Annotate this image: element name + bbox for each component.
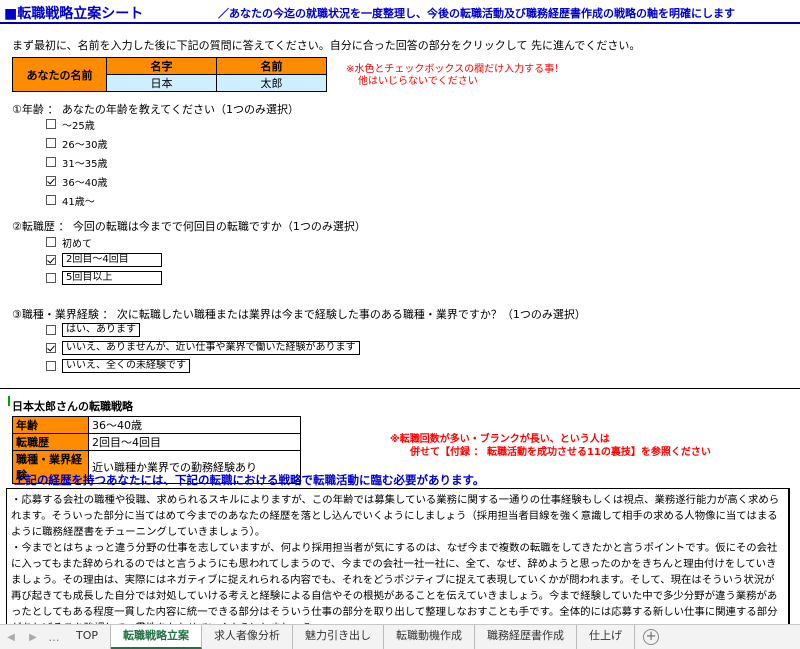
checkbox[interactable] bbox=[46, 361, 56, 371]
question-age: ①年齢 ： あなたの年齢を教えてください（1つのみ選択） bbox=[12, 103, 299, 116]
option-label: 41歳～ bbox=[62, 196, 95, 208]
age-option[interactable]: ～25歳 bbox=[46, 117, 95, 132]
experience-option[interactable]: いいえ、ありませんが、近い仕事や業界で働いた経験があります bbox=[46, 341, 360, 355]
title-bar: ■転職戦略立案シート ／あなたの今迄の就職状況を一度整理し、今後の転職活動及び職… bbox=[0, 0, 800, 24]
table-row: 年齢 36～40歳 bbox=[12, 416, 301, 434]
age-option[interactable]: 41歳～ bbox=[46, 193, 95, 208]
tab-candidate-analysis[interactable]: 求人者像分析 bbox=[202, 625, 294, 649]
age-option[interactable]: 31～35歳 bbox=[46, 155, 108, 170]
strategy-value: 2回目～4回目 bbox=[88, 433, 301, 451]
strategy-label: 年齢 bbox=[12, 416, 89, 434]
sheet-title: ■転職戦略立案シート bbox=[4, 6, 144, 22]
more-tabs-icon[interactable]: … bbox=[44, 631, 64, 644]
tab-scroll-right-icon[interactable]: ▶ bbox=[22, 632, 44, 643]
last-name-header: 名字 bbox=[106, 57, 217, 75]
strategy-note-line2: 併せて【付録 ： 転職活動を成功させる11の裏技】を参照ください bbox=[410, 447, 711, 458]
first-name-header: 名前 bbox=[216, 57, 327, 75]
table-row: 転職歴 2回目～4回目 bbox=[12, 433, 301, 451]
option-label: 36～40歳 bbox=[62, 177, 108, 189]
checkbox[interactable] bbox=[46, 195, 56, 205]
question-job-changes: ②転職歴 ： 今回の転職は今までで何回目の転職ですか（1つのみ選択） bbox=[12, 220, 366, 233]
experience-option[interactable]: いいえ、全くの未経験です bbox=[46, 359, 190, 373]
tab-finish[interactable]: 仕上げ bbox=[577, 625, 636, 649]
strategy-note-line1: ※転職回数が多い・ブランクが長い、という人は bbox=[390, 434, 610, 445]
checkbox[interactable] bbox=[46, 237, 56, 247]
input-note-line2: 他はいじらないでください bbox=[358, 76, 478, 87]
tab-appeal[interactable]: 魅力引き出し bbox=[293, 625, 385, 649]
job-change-option[interactable]: 2回目～4回目 bbox=[46, 253, 162, 267]
option-label: いいえ、全くの未経験です bbox=[62, 359, 190, 373]
last-name-field[interactable]: 日本 bbox=[106, 74, 217, 92]
age-option[interactable]: 36～40歳 bbox=[46, 174, 108, 189]
name-table: あなたの名前 名字 名前 日本 太郎 bbox=[12, 57, 327, 92]
option-label: 26～30歳 bbox=[62, 139, 108, 151]
add-sheet-icon[interactable]: + bbox=[643, 629, 660, 645]
advice-textbox: ・応募する会社の職種や役職、求められるスキルによりますが、この年齢では募集してい… bbox=[6, 488, 790, 624]
checkbox[interactable] bbox=[46, 119, 56, 129]
input-note: ※水色とチェックボックスの欄だけ入力する事！ 他はいじらないでください bbox=[346, 64, 564, 88]
tab-scroll-left-icon[interactable]: ◀ bbox=[0, 632, 22, 643]
option-label: 31～35歳 bbox=[62, 158, 108, 170]
tab-top[interactable]: TOP bbox=[64, 625, 112, 649]
strategy-note: ※転職回数が多い・ブランクが長い、という人は 併せて【付録 ： 転職活動を成功さ… bbox=[390, 433, 711, 459]
advice-paragraph: ・今までとはちょっと違う分野の仕事を志していますが、何より採用担当者が気にするの… bbox=[11, 542, 778, 624]
strategy-title: 日本太郎さんの転職戦略 bbox=[8, 396, 133, 413]
advice-paragraph: ・応募する会社の職種や役職、求められるスキルによりますが、この年齢では募集してい… bbox=[11, 494, 780, 538]
experience-option[interactable]: はい、あります bbox=[46, 323, 140, 337]
tab-strategy[interactable]: 転職戦略立案 bbox=[111, 625, 203, 649]
first-name-field[interactable]: 太郎 bbox=[216, 74, 327, 92]
name-label: あなたの名前 bbox=[12, 57, 107, 92]
checkbox[interactable] bbox=[46, 157, 56, 167]
option-label: いいえ、ありませんが、近い仕事や業界で働いた経験があります bbox=[62, 341, 360, 355]
tab-motivation[interactable]: 転職動機作成 bbox=[384, 625, 476, 649]
strategy-headline: 上記の経歴を持つあなたには、下記の転職における戦略で転職活動に臨む必要があります… bbox=[14, 473, 485, 487]
checkbox[interactable] bbox=[46, 325, 56, 335]
job-change-option[interactable]: 初めて bbox=[46, 235, 92, 250]
strategy-label: 転職歴 bbox=[12, 433, 89, 451]
option-label: 2回目～4回目 bbox=[62, 253, 162, 267]
option-label: ～25歳 bbox=[62, 120, 95, 132]
checkbox[interactable] bbox=[46, 138, 56, 148]
option-label: 5回目以上 bbox=[62, 271, 162, 285]
checkbox[interactable] bbox=[46, 273, 56, 283]
sheet-subtitle: ／あなたの今迄の就職状況を一度整理し、今後の転職活動及び職務経歴書作成の戦略の軸… bbox=[218, 7, 735, 20]
option-label: 初めて bbox=[62, 238, 92, 250]
intro-text: まず最初に、名前を入力した後に下記の質問に答えてください。自分に合った回答の部分… bbox=[12, 39, 641, 52]
option-label: はい、あります bbox=[62, 323, 140, 337]
checkbox-checked[interactable] bbox=[46, 176, 56, 186]
input-note-line1: ※水色とチェックボックスの欄だけ入力する事！ bbox=[346, 64, 565, 75]
tab-resume[interactable]: 職務経歴書作成 bbox=[475, 625, 578, 649]
section-divider bbox=[0, 388, 800, 389]
checkbox-checked[interactable] bbox=[46, 343, 56, 353]
age-option[interactable]: 26～30歳 bbox=[46, 136, 108, 151]
checkbox-checked[interactable] bbox=[46, 255, 56, 265]
job-change-option[interactable]: 5回目以上 bbox=[46, 271, 162, 285]
sheet-tab-bar: ◀ ▶ … TOP 転職戦略立案 求人者像分析 魅力引き出し 転職動機作成 職務… bbox=[0, 624, 800, 649]
strategy-value: 36～40歳 bbox=[88, 416, 301, 434]
question-experience: ③職種・業界経験 ： 次に転職したい職種または業界は今まで経験した事のある職種・… bbox=[12, 308, 586, 321]
